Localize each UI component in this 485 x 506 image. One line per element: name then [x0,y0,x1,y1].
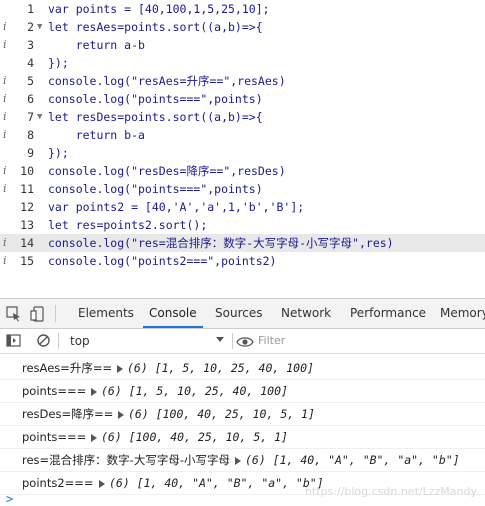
message-label: resAes=升序== [22,361,113,375]
console-message: resDes=降序== (6) [100, 40, 25, 10, 5, 1] [0,404,485,426]
code-line[interactable]: 12 var points2 = [40,'A','a',1,'b','B']; [0,198,485,216]
tab-console[interactable]: Console [143,299,203,328]
device-toolbar-icon[interactable] [30,306,46,326]
expand-triangle-icon[interactable] [99,479,105,488]
code-line[interactable]: i 14 console.log("res=混合排序：数字-大写字母-小写字母",r… [0,234,485,252]
code-text: console.log("resDes=降序==",resDes) [48,164,286,178]
array-summary: (6) [100, 40, 25, 10, 5, 1] [101,430,288,444]
array-summary: (6) [1, 5, 10, 25, 40, 100] [101,384,288,398]
tab-performance[interactable]: Performance [350,299,426,328]
code-text: let resDes=points.sort((a,b)=>{ [48,110,263,124]
watermark: https://blog.csdn.net/LzzMandy [304,485,477,498]
line-number: 8 [27,128,34,142]
context-selector[interactable]: top [70,329,90,353]
array-preview[interactable]: (6) [100, 40, 25, 10, 5, 1] [91,427,288,448]
clear-console-icon[interactable] [36,333,51,352]
expand-triangle-icon[interactable] [91,433,97,442]
line-number: 12 [20,200,34,214]
array-summary: (6) [100, 40, 25, 10, 5, 1] [128,407,315,421]
line-number: 14 [20,236,34,250]
code-line[interactable]: i 6 console.log("points===",points) [0,90,485,108]
filter-input[interactable]: Filter [258,331,485,351]
code-line[interactable]: i 15 console.log("points2===",points2) [0,252,485,270]
code-line[interactable]: 1 var points = [40,100,1,5,25,10]; [0,0,485,18]
message-label: points=== [22,430,87,444]
expand-triangle-icon[interactable] [118,410,124,419]
message-label: res=混合排序：数字-大写字母-小写字母 [22,453,230,467]
array-preview[interactable]: (6) [1, 5, 10, 25, 40, 100] [117,358,314,379]
code-line[interactable]: 9}); [0,144,485,162]
console-prompt[interactable]: > [6,492,13,506]
console-message: points=== (6) [100, 40, 25, 10, 5, 1] [0,427,485,449]
line-number: 1 [27,2,34,16]
code-editor[interactable]: 1 var points = [40,100,1,5,25,10]; i 2 ▼ let … [0,0,485,272]
code-text: var points = [40,100,1,5,25,10]; [48,2,270,16]
code-text: console.log("points===",points) [48,182,263,196]
code-text: console.log("points===",points) [48,92,263,106]
tab-elements[interactable]: Elements [78,299,134,328]
eye-icon[interactable] [236,334,254,353]
line-number: 15 [20,254,34,268]
inspect-element-icon[interactable] [6,306,22,326]
code-line[interactable]: i 11 console.log("points===",points) [0,180,485,198]
line-number: 10 [20,164,34,178]
code-text: let res=points2.sort(); [48,218,208,232]
code-text: }); [48,56,69,70]
code-text: console.log("resAes=升序==",resAes) [48,74,286,88]
expand-triangle-icon[interactable] [235,456,241,465]
array-preview[interactable]: (6) [100, 40, 25, 10, 5, 1] [118,404,315,425]
code-line[interactable]: i3 return a-b [0,36,485,54]
code-line[interactable]: i 10 console.log("resDes=降序==",resDes) [0,162,485,180]
message-label: points=== [22,384,87,398]
message-label: resDes=降序== [22,407,114,421]
fold-toggle-icon[interactable]: ▼ [37,18,42,36]
code-line[interactable]: i 2 ▼ let resAes=points.sort((a,b)=>{ [0,18,485,36]
line-number: 6 [27,92,34,106]
code-line[interactable]: 13 let res=points2.sort(); [0,216,485,234]
array-preview[interactable]: (6) [1, 5, 10, 25, 40, 100] [91,381,288,402]
code-text: return b-a [48,128,145,142]
code-line[interactable]: i 5 console.log("resAes=升序==",resAes) [0,72,485,90]
code-text: return a-b [48,38,145,52]
code-line[interactable]: i8 return b-a [0,126,485,144]
line-number: 9 [27,146,34,160]
tab-sources[interactable]: Sources [215,299,262,328]
chevron-down-icon[interactable] [216,337,224,342]
code-text: let resAes=points.sort((a,b)=>{ [48,20,263,34]
line-number: 4 [27,56,34,70]
console-message: res=混合排序：数字-大写字母-小写字母 (6) [1, 40, "A", "B… [0,450,485,472]
array-summary: (6) [1, 40, "A", "B", "a", "b"] [245,453,460,467]
line-number: 7 [27,110,34,124]
console-message: points=== (6) [1, 5, 10, 25, 40, 100] [0,381,485,403]
console-message: resAes=升序== (6) [1, 5, 10, 25, 40, 100] [0,358,485,380]
tab-memory[interactable]: Memory [440,299,485,328]
line-number: 11 [20,182,34,196]
line-number: 13 [20,218,34,232]
code-text: console.log("points2===",points2) [48,254,277,268]
line-number: 5 [27,74,34,88]
line-number: 2 [27,20,34,34]
fold-toggle-icon[interactable]: ▼ [37,108,42,126]
console-toolbar: top Filter [0,329,485,354]
array-summary: (6) [1, 5, 10, 25, 40, 100] [127,361,314,375]
code-text: }); [48,146,69,160]
code-text: console.log("res=混合排序：数字-大写字母-小写字母",res) [48,236,394,250]
array-preview[interactable]: (6) [1, 40, "A", "B", "a", "b"] [235,450,460,471]
array-preview[interactable]: (6) [1, 40, "A", "B", "a", "b"] [99,473,324,494]
panel-resize-area[interactable] [0,272,485,299]
sidebar-toggle-icon[interactable] [6,333,21,352]
console-output: resAes=升序== (6) [1, 5, 10, 25, 40, 100] po… [0,354,485,502]
code-text: var points2 = [40,'A','a',1,'b','B']; [48,200,305,214]
line-number: 3 [27,38,34,52]
tab-network[interactable]: Network [281,299,331,328]
code-line[interactable]: 4}); [0,54,485,72]
devtools-tabbar: Elements Console Sources Network Perform… [0,299,485,329]
message-label: points2=== [22,476,94,490]
array-summary: (6) [1, 40, "A", "B", "a", "b"] [109,476,324,490]
expand-triangle-icon[interactable] [117,364,123,373]
expand-triangle-icon[interactable] [91,387,97,396]
code-line[interactable]: i 7 ▼ let resDes=points.sort((a,b)=>{ [0,108,485,126]
